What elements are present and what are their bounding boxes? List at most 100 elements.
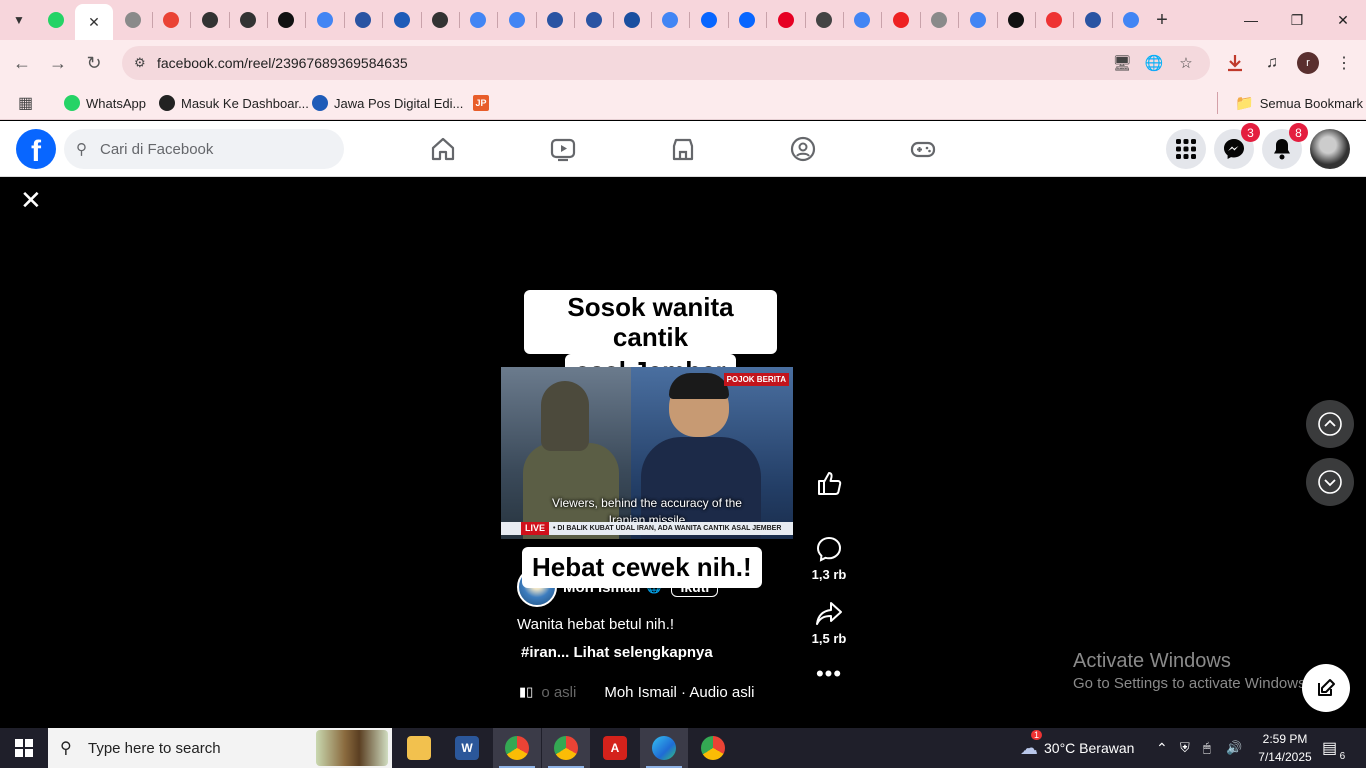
network-icon: 🖱	[1203, 740, 1211, 755]
close-icon[interactable]: ✕	[88, 14, 100, 31]
next-reel-button[interactable]	[1306, 458, 1354, 506]
facebook-logo-icon[interactable]: f	[16, 129, 56, 169]
taskbar-file-explorer[interactable]	[395, 728, 443, 768]
tab-search-button[interactable]: ▼	[6, 8, 32, 32]
browser-tab[interactable]	[306, 6, 344, 34]
globe-icon	[931, 12, 947, 28]
downloads-button[interactable]	[1222, 50, 1248, 76]
browser-tab[interactable]	[114, 6, 152, 34]
browser-menu-button[interactable]: ⋮	[1331, 50, 1357, 76]
taskbar-chrome[interactable]	[493, 728, 541, 768]
apps-button[interactable]: ▦	[18, 93, 33, 113]
restore-button[interactable]: ❐	[1274, 0, 1320, 40]
back-button[interactable]: ←	[9, 50, 35, 76]
new-tab-button[interactable]: +	[1150, 8, 1174, 32]
taskbar-edge[interactable]	[640, 728, 688, 768]
close-reel-button[interactable]: ✕	[20, 185, 42, 216]
new-message-button[interactable]	[1302, 664, 1350, 712]
star-icon[interactable]: ☆	[1176, 53, 1196, 73]
url-text[interactable]: facebook.com/reel/23967689369584635	[157, 55, 408, 71]
taskbar-search-input[interactable]: ⚲ Type here to search	[48, 728, 392, 768]
previous-reel-button[interactable]	[1306, 400, 1354, 448]
forward-button[interactable]: →	[45, 50, 71, 76]
browser-tab[interactable]	[882, 6, 920, 34]
browser-tab[interactable]	[344, 6, 382, 34]
browser-tab[interactable]	[421, 6, 459, 34]
taskbar-acrobat[interactable]: A	[591, 728, 639, 768]
browser-tab[interactable]	[1035, 6, 1073, 34]
comment-button[interactable]: 1,3 rb	[807, 535, 851, 582]
video-subtitle-line1: Viewers, behind the accuracy of the	[552, 496, 742, 510]
facebook-search-input[interactable]: ⚲ Cari di Facebook	[64, 129, 344, 169]
audio-row[interactable]: ▮▯ o asli Moh Ismail · Audio asli	[519, 682, 754, 702]
nav-marketplace[interactable]	[628, 129, 738, 169]
reload-button[interactable]: ↻	[81, 50, 107, 76]
browser-tab[interactable]	[498, 6, 536, 34]
bookmark-item[interactable]: WhatsApp	[64, 93, 146, 113]
like-button[interactable]	[807, 469, 851, 497]
browser-tab[interactable]	[152, 6, 190, 34]
messenger-button[interactable]: 3	[1214, 123, 1260, 169]
show-hidden-icons[interactable]: ⌃	[1156, 728, 1168, 768]
nav-gaming[interactable]	[868, 129, 978, 169]
jp-red-icon: JP	[473, 95, 489, 111]
browser-tab[interactable]	[383, 6, 421, 34]
audio-label: Moh Ismail · Audio asli	[604, 683, 755, 701]
media-control-button[interactable]: ♫	[1259, 50, 1285, 76]
weather-widget[interactable]: ☁ 1 30°C Berawan	[1020, 728, 1134, 768]
start-button[interactable]	[0, 728, 48, 768]
install-app-icon[interactable]: 🖥	[1112, 53, 1132, 73]
browser-tab[interactable]: ✕	[75, 4, 113, 40]
browser-tab[interactable]	[767, 6, 805, 34]
browser-tab[interactable]	[267, 6, 305, 34]
site-info-icon[interactable]: ⚙	[134, 55, 150, 71]
tray-volume[interactable]: 🔊	[1226, 728, 1242, 768]
taskbar-chrome-h[interactable]	[689, 728, 737, 768]
browser-tab[interactable]	[959, 6, 997, 34]
account-avatar[interactable]	[1310, 129, 1350, 169]
address-bar[interactable]: ⚙ facebook.com/reel/23967689369584635 🖥 …	[122, 46, 1210, 80]
minimize-button[interactable]: —	[1228, 0, 1274, 40]
browser-tab[interactable]	[191, 6, 229, 34]
close-window-button[interactable]: ✕	[1320, 0, 1366, 40]
chrome-icon	[505, 736, 529, 760]
bookmark-item[interactable]: Masuk Ke Dashboar...	[159, 93, 309, 113]
browser-tab[interactable]	[997, 6, 1035, 34]
bookmark-jp[interactable]: JP	[473, 93, 495, 113]
taskbar-chrome-profile[interactable]	[542, 728, 590, 768]
browser-tab[interactable]	[690, 6, 728, 34]
all-bookmarks[interactable]: 📁 Semua Bookmark	[1235, 93, 1363, 113]
reel-hashtag-see-more[interactable]: #iran... Lihat selengkapnya	[521, 644, 713, 661]
browser-tab[interactable]	[1112, 6, 1150, 34]
taskbar-word[interactable]: W	[443, 728, 491, 768]
browser-tab[interactable]	[459, 6, 497, 34]
browser-tab[interactable]	[728, 6, 766, 34]
reel-video[interactable]: POJOK BERITA Viewers, behind the accurac…	[501, 367, 793, 539]
browser-tab[interactable]	[575, 6, 613, 34]
nav-groups[interactable]	[748, 129, 858, 169]
nav-home[interactable]	[388, 129, 498, 169]
browser-tab[interactable]	[651, 6, 689, 34]
browser-tab[interactable]	[613, 6, 651, 34]
browser-tab[interactable]	[229, 6, 267, 34]
notifications-button[interactable]: 8	[1262, 123, 1308, 169]
share-button[interactable]: 1,5 rb	[807, 601, 851, 646]
tray-network[interactable]: 🖱	[1203, 728, 1211, 768]
nav-video[interactable]	[508, 129, 618, 169]
translate-icon[interactable]: 🌐	[1144, 53, 1164, 73]
tray-security[interactable]: ⛨	[1180, 728, 1190, 768]
bookmark-item[interactable]: Jawa Pos Digital Edi...	[312, 93, 463, 113]
browser-tab[interactable]	[805, 6, 843, 34]
more-options-button[interactable]: •••	[807, 663, 851, 685]
profile-avatar[interactable]: r	[1297, 52, 1319, 74]
browser-tab[interactable]	[843, 6, 881, 34]
jp-icon	[202, 12, 218, 28]
browser-tab[interactable]	[536, 6, 574, 34]
taskbar-clock[interactable]: 2:59 PM 7/14/2025	[1250, 730, 1320, 766]
browser-tab[interactable]	[37, 6, 75, 34]
browser-tab[interactable]	[920, 6, 958, 34]
playlist-icon: ♫	[1266, 54, 1278, 71]
notification-center[interactable]: ▤ 6	[1322, 728, 1345, 768]
browser-tab[interactable]	[1074, 6, 1112, 34]
menu-button[interactable]	[1166, 129, 1206, 169]
